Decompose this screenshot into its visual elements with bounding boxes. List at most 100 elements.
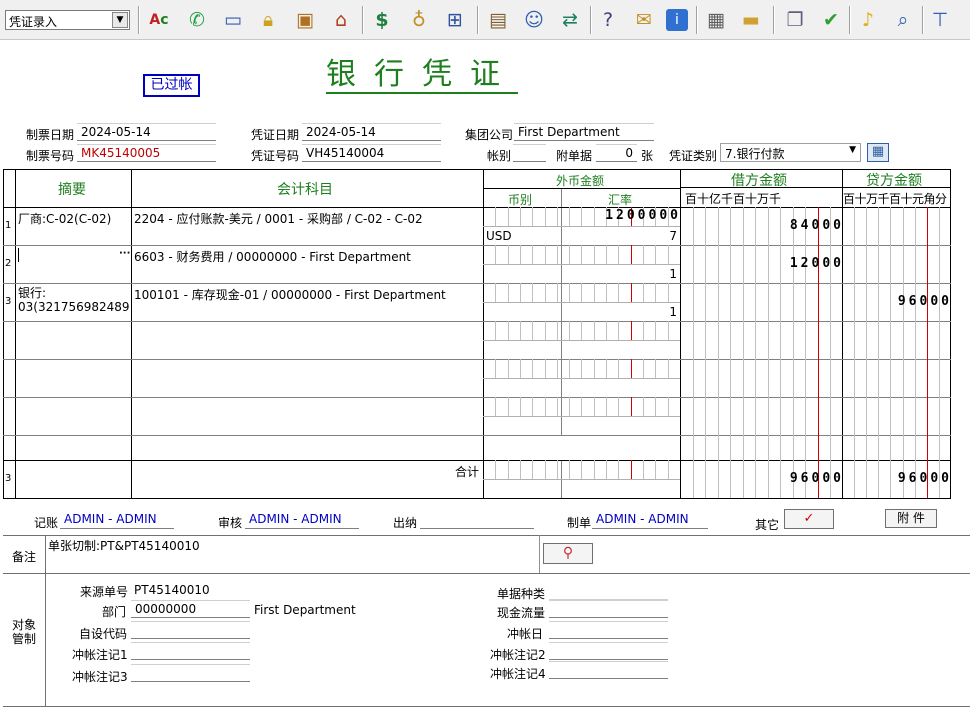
row-debit-amount[interactable]: 84000 [720, 218, 844, 233]
reverse-note1-field[interactable] [131, 642, 250, 660]
folder-icon[interactable]: ▬ [737, 6, 765, 34]
abc-icon[interactable]: Ac [145, 6, 173, 34]
cart-icon[interactable]: ⊞ [441, 6, 469, 34]
grid-line [903, 207, 904, 498]
attach-button[interactable]: 附 件 [885, 509, 937, 528]
custom-code-label: 自设代码 [79, 627, 128, 641]
row-line [3, 435, 951, 436]
sub-line [483, 378, 680, 379]
grid-line [557, 207, 558, 226]
grid-line [618, 283, 619, 302]
row-credit-amount[interactable]: 96000 [830, 294, 952, 309]
row-account[interactable]: 100101 - 库存现金-01 / 00000000 - First Depa… [134, 286, 482, 303]
source-field[interactable]: PT45140010 [134, 583, 210, 597]
grid-line [927, 207, 928, 498]
account-field[interactable] [513, 144, 546, 162]
cashflow-label: 现金流量 [497, 606, 546, 620]
header-debit-digits: 百十亿千百十万千 [685, 192, 782, 206]
audit-field[interactable]: ADMIN - ADMIN [245, 511, 359, 529]
row-summary[interactable]: 厂商:C-02(C-02) [18, 210, 130, 227]
maker-field[interactable]: ADMIN - ADMIN [592, 511, 708, 529]
grid-line [606, 460, 607, 479]
grid-line [495, 245, 496, 264]
voucher-date-field[interactable]: 2024-05-14 [302, 123, 441, 141]
briefcase-icon[interactable]: ▣ [291, 6, 319, 34]
phone-icon[interactable]: ✆ [183, 6, 211, 34]
grid-line [581, 359, 582, 378]
cashier-field[interactable] [420, 511, 534, 529]
grid-line [606, 321, 607, 340]
grid-line [532, 245, 533, 264]
table-border [15, 169, 16, 499]
reverse-note3-field[interactable] [131, 664, 250, 682]
grid-line [532, 397, 533, 416]
chevron-down-icon[interactable]: ▼ [112, 12, 128, 28]
row-account[interactable]: 2204 - 应付账款-美元 / 0001 - 采购部 / C-02 - C-0… [134, 210, 482, 227]
attach-count-field[interactable]: 0 [596, 144, 637, 162]
grid-line [631, 359, 632, 378]
grid-line [668, 321, 669, 340]
reverse-note2-field[interactable] [549, 642, 668, 660]
check-icon[interactable]: ✓ [784, 509, 834, 529]
dept-label: 部门 [102, 605, 127, 619]
bell-icon[interactable]: ♪ [854, 6, 882, 34]
users-icon[interactable]: ☺ [520, 6, 548, 34]
dept-code-field[interactable]: 00000000 [131, 600, 250, 618]
clipboard-icon[interactable]: ▤ [484, 6, 512, 34]
grid-line [606, 283, 607, 302]
row-currency[interactable]: USD [486, 229, 512, 243]
search-icon[interactable]: ⌕ [889, 6, 917, 34]
make-no-field[interactable]: MK45140005 [77, 144, 216, 162]
attach-label: 附单据 [556, 149, 593, 163]
type-select[interactable]: 7.银行付款 ▼ [720, 143, 861, 162]
make-date-field[interactable]: 2024-05-14 [77, 123, 216, 141]
row-debit-amount[interactable]: 12000 [720, 256, 844, 271]
dollar-icon[interactable]: $ [368, 6, 396, 34]
remark-field[interactable]: 单张切制:PT&PT45140010 [48, 537, 538, 554]
reverse-date-field[interactable] [549, 621, 668, 639]
row-line [3, 283, 951, 284]
grid-line [618, 321, 619, 340]
voucher-no-field[interactable]: VH45140004 [302, 144, 441, 162]
check-icon[interactable]: ✔ [817, 6, 845, 34]
cashflow-field[interactable] [549, 600, 668, 618]
exchange-icon[interactable]: ⇄ [556, 6, 584, 34]
grid-line [508, 283, 509, 302]
mail-icon[interactable]: ✉ [630, 6, 658, 34]
grid-line [730, 207, 731, 498]
row-rate[interactable]: 1 [562, 305, 677, 319]
reverse-note4-field[interactable] [549, 661, 668, 679]
text-cursor [18, 248, 19, 262]
org-chart-icon[interactable]: ⊤ [926, 6, 954, 34]
calculator-icon[interactable]: ▦ [702, 6, 730, 34]
grid-line [618, 460, 619, 479]
chevron-down-icon[interactable]: ▼ [849, 145, 856, 155]
zoom-search-icon[interactable]: ⚲ [543, 543, 593, 564]
help-doc-icon[interactable]: ? [594, 6, 622, 34]
info-icon[interactable]: i [666, 9, 688, 31]
lock-icon[interactable]: 🔒︎ [254, 6, 282, 34]
row-foreign-amount[interactable]: 1200000 [560, 208, 681, 223]
money-bag-icon[interactable]: ♁ [405, 6, 433, 34]
group-field[interactable]: First Department [514, 123, 654, 141]
grid-line [569, 283, 570, 302]
grid-line [768, 207, 769, 498]
custom-code-field[interactable] [131, 621, 250, 639]
ellipsis-button[interactable]: ··· [119, 248, 130, 259]
grid-line [643, 397, 644, 416]
copy-icon[interactable]: ❐ [781, 6, 809, 34]
home-icon[interactable]: ⌂ [327, 6, 355, 34]
dept-name: First Department [254, 603, 356, 617]
bookkeep-field[interactable]: ADMIN - ADMIN [60, 511, 174, 529]
grid-line [655, 283, 656, 302]
row-rate[interactable]: 1 [562, 267, 677, 281]
grid-line [866, 207, 867, 498]
computer-icon[interactable]: ▭ [219, 6, 247, 34]
toolbar-separator [590, 6, 592, 34]
row-account[interactable]: 6603 - 财务费用 / 00000000 - First Departmen… [134, 248, 482, 265]
row-summary[interactable]: 银行: 03(3217569824898 [18, 286, 130, 314]
row-rate[interactable]: 7 [562, 229, 677, 243]
sub-line [483, 302, 680, 303]
mode-select[interactable]: 凭证录入 ▼ [5, 10, 130, 30]
calendar-icon[interactable]: ▦ [867, 143, 889, 162]
